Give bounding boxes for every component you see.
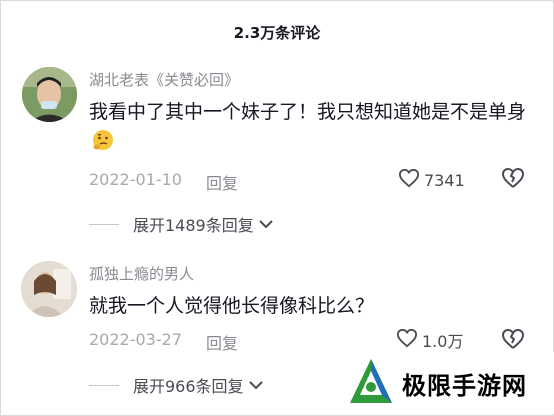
expand-replies-button[interactable]: 展开966条回复 [89,373,264,397]
expand-replies-label: 展开1489条回复 [133,216,254,235]
like-button[interactable]: 7341 [398,168,465,192]
username[interactable]: 孤独上瘾的男人 [89,263,194,284]
like-count: 7341 [424,170,465,190]
dislike-button[interactable] [501,328,525,354]
reply-button[interactable]: 回复 [206,170,238,194]
watermark: 极限手游网 [348,352,554,414]
comment-date: 2022-03-27 [89,330,182,349]
watermark-text: 极限手游网 [402,371,527,400]
avatar[interactable] [21,261,77,317]
chevron-down-icon [248,376,264,395]
thinking-face-icon [91,128,115,162]
watermark-logo-icon [348,357,394,409]
dislike-button[interactable] [501,167,525,193]
divider [89,223,119,225]
comment-text: 就我一个人觉得他长得像科比么？ [89,295,375,317]
broken-heart-icon [501,168,525,193]
like-count: 1.0万 [422,332,464,351]
reply-button[interactable]: 回复 [206,330,238,354]
avatar[interactable] [22,67,77,122]
comment-date: 2022-01-10 [89,170,182,189]
expand-replies-label: 展开966条回复 [133,377,244,396]
comment-count-title: 2.3万条评论 [233,24,321,42]
heart-icon [398,168,424,192]
heart-icon [396,328,422,352]
comment-text: 我看中了其中一个妹子了！我只想知道她是不是单身 [89,96,539,162]
chevron-down-icon [258,215,274,234]
expand-replies-button[interactable]: 展开1489条回复 [89,212,274,236]
username[interactable]: 湖北老表《关赞必回》 [89,69,239,90]
divider [89,384,119,386]
like-button[interactable]: 1.0万 [396,328,463,352]
